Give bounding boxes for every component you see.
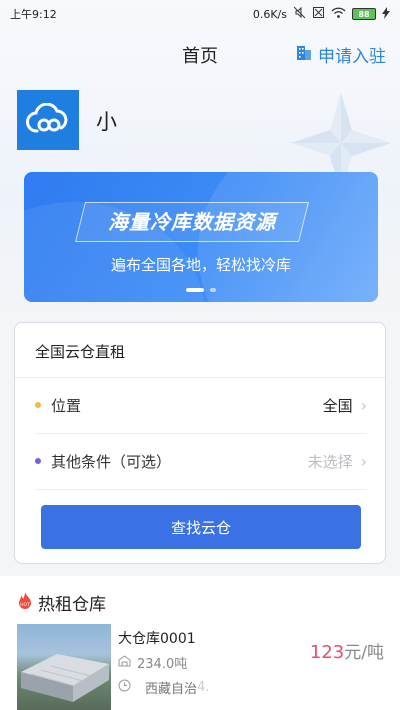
- status-time: 上午9:12: [10, 8, 57, 21]
- wifi-icon: [331, 7, 346, 22]
- location-dot-icon: [35, 402, 41, 408]
- warehouse-address-row: 西藏自治 4.: [118, 678, 209, 697]
- sim-off-icon: [312, 6, 325, 22]
- clock-icon: [118, 679, 131, 696]
- cloud-logo-icon: [26, 103, 68, 133]
- hot-rentals-header: HOT 热租仓库: [16, 590, 106, 615]
- location-row[interactable]: 位置 全国 ›: [35, 377, 367, 433]
- divider: [35, 489, 367, 490]
- location-label: 位置: [51, 396, 82, 415]
- price-value: 123: [309, 642, 345, 663]
- network-speed: 0.6K/s: [252, 7, 287, 21]
- conditions-dot-icon: [35, 458, 41, 464]
- warehouse-distance: 4.: [197, 680, 210, 695]
- carousel-dot-active[interactable]: [186, 288, 204, 292]
- warehouse-image-icon: [21, 654, 109, 702]
- price-unit: 元/吨: [344, 643, 384, 663]
- search-card-title: 全国云仓直租: [35, 343, 126, 361]
- status-icons: 0.6K/s 88: [253, 6, 390, 22]
- warehouse-thumbnail[interactable]: [17, 624, 111, 710]
- carousel-indicator: [24, 288, 378, 292]
- apply-join-button[interactable]: 申请入驻: [296, 42, 386, 67]
- promo-banner[interactable]: 海量冷库数据资源 遍布全国各地，轻松找冷库: [24, 172, 378, 302]
- warehouse-price: 123元/吨: [310, 638, 384, 663]
- conditions-label: 其他条件（可选）: [51, 452, 172, 471]
- search-card: 全国云仓直租 位置 全国 › 其他条件（可选） 未选择 › 查找云仓: [14, 322, 386, 564]
- banner-subtitle: 遍布全国各地，轻松找冷库: [110, 256, 291, 274]
- mute-icon: [293, 6, 306, 22]
- banner-title: 海量冷库数据资源: [108, 210, 276, 234]
- chevron-right-icon: ›: [360, 451, 367, 471]
- warehouse-capacity: 234.0吨: [137, 657, 188, 672]
- svg-text:HOT: HOT: [20, 602, 30, 608]
- conditions-value: 未选择: [307, 452, 353, 471]
- carousel-dot[interactable]: [210, 288, 216, 292]
- conditions-row[interactable]: 其他条件（可选） 未选择 ›: [35, 433, 367, 489]
- find-warehouse-button[interactable]: 查找云仓: [41, 505, 361, 549]
- warehouse-name[interactable]: 大仓库0001: [118, 628, 196, 648]
- apply-join-label: 申请入驻: [318, 47, 386, 67]
- hot-rentals-title: 热租仓库: [38, 595, 106, 615]
- warehouse-capacity-row: 234.0吨: [118, 653, 187, 672]
- brand-name: 小: [96, 110, 117, 134]
- charging-icon: [382, 6, 390, 22]
- warehouse-address: 西藏自治: [145, 682, 198, 697]
- building-icon: [296, 43, 314, 66]
- location-value: 全国: [322, 396, 353, 415]
- chevron-right-icon: ›: [360, 395, 367, 415]
- app-logo: [17, 90, 79, 150]
- nav-bar: 首页 申请入驻: [0, 38, 400, 70]
- hot-rentals-section: HOT 热租仓库 大仓库0001 234.0吨 西藏自治 4. 123元/吨: [0, 576, 400, 710]
- status-bar: 上午9:12 0.6K/s 88: [0, 0, 400, 28]
- fire-hot-icon: HOT: [16, 591, 34, 615]
- battery-icon: 88: [352, 8, 376, 20]
- warehouse-capacity-icon: [118, 654, 131, 671]
